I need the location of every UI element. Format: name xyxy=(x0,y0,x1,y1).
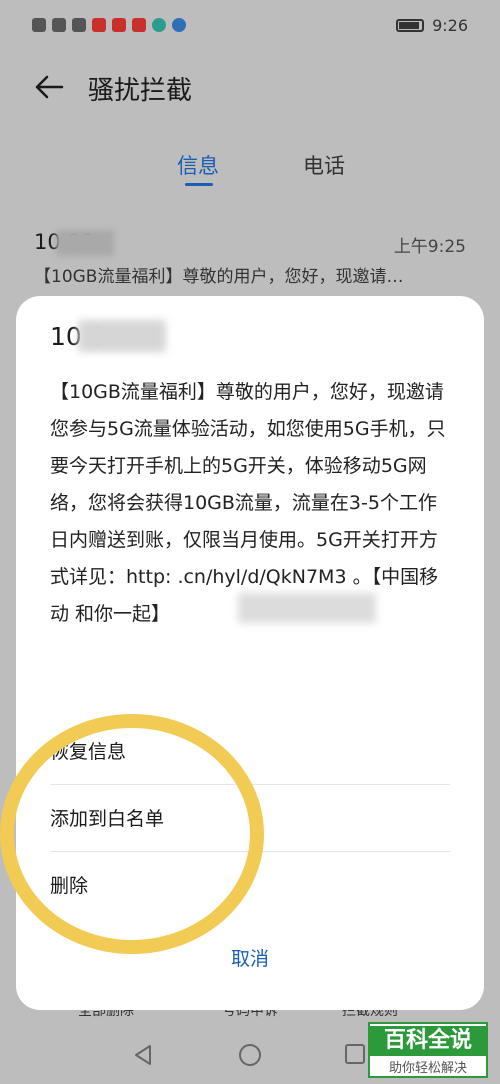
watermark-title: 百科全说 xyxy=(370,1026,486,1056)
app-icon xyxy=(152,18,166,32)
signal-icon xyxy=(52,18,66,32)
page-title: 骚扰拦截 xyxy=(88,76,193,106)
redaction-blur xyxy=(238,593,376,623)
active-tab-indicator xyxy=(185,183,213,186)
nav-recents-icon[interactable] xyxy=(344,1043,366,1065)
status-icons xyxy=(32,18,186,32)
message-time: 上午9:25 xyxy=(393,237,466,257)
message-preview: 【10GB流量福利】尊敬的用户，您好，现邀请… xyxy=(34,267,404,287)
highlight-circle xyxy=(0,714,264,954)
redaction-blur xyxy=(78,320,166,352)
app-icon xyxy=(112,18,126,32)
tab-messages[interactable]: 信息 xyxy=(177,150,219,180)
cancel-button[interactable]: 取消 xyxy=(16,944,484,971)
status-bar: 9:26 xyxy=(0,0,500,56)
app-icon xyxy=(172,18,186,32)
watermark-subtitle: 助你轻松解决 xyxy=(388,1061,467,1076)
weibo-icon xyxy=(92,18,106,32)
nav-home-icon[interactable] xyxy=(238,1043,262,1067)
hd-icon xyxy=(32,18,46,32)
back-arrow-icon[interactable] xyxy=(34,72,64,102)
nav-back-icon[interactable] xyxy=(132,1043,154,1067)
wifi-icon xyxy=(72,18,86,32)
battery-icon xyxy=(396,19,425,32)
app-icon xyxy=(132,18,146,32)
status-time: 9:26 xyxy=(432,16,468,35)
watermark-logo: 百科全说 助你轻松解决 xyxy=(368,1022,488,1078)
tab-calls[interactable]: 电话 xyxy=(303,150,345,180)
redaction-blur xyxy=(56,230,114,256)
